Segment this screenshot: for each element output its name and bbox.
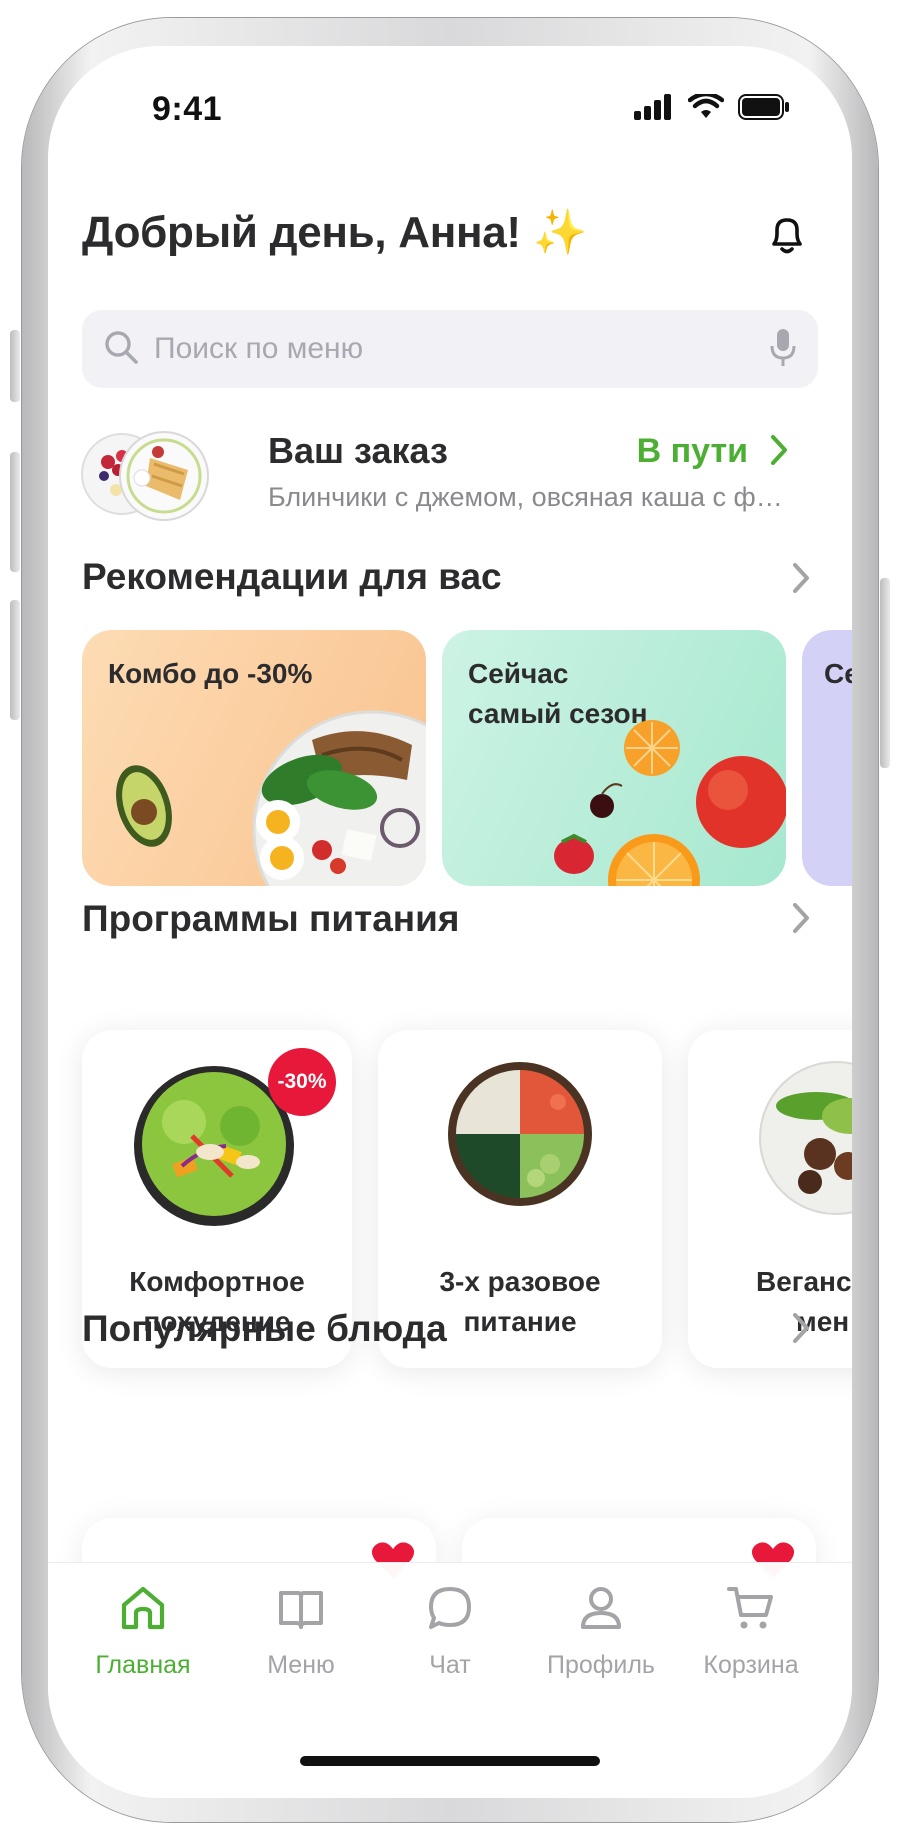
current-order-row[interactable]: Ваш заказ В пути Блинчики с джемом, овся… (78, 418, 828, 548)
chevron-right-icon (771, 435, 787, 465)
home-icon (121, 1586, 165, 1630)
tab-profile[interactable]: Профиль (526, 1583, 676, 1680)
combo-food-image (116, 710, 426, 886)
order-title: Ваш заказ (268, 430, 448, 471)
search-icon (105, 331, 138, 364)
recommendations-title: Рекомендации для вас (82, 556, 502, 597)
tab-label: Корзина (703, 1651, 799, 1679)
sparkles-icon: ✨ (532, 208, 588, 257)
app-screen: 9:41 Добрый день, Анна! ✨ Поиск по меню … (48, 46, 852, 1798)
tab-chat[interactable]: Чат (375, 1583, 525, 1680)
poke-bowl-image (448, 1062, 592, 1206)
tab-label: Профиль (547, 1651, 655, 1679)
chat-icon (429, 1587, 471, 1629)
battery-icon (738, 94, 789, 120)
chevron-right-icon[interactable] (790, 898, 814, 938)
vegan-bowl-image (759, 1061, 852, 1215)
wifi-icon (688, 94, 724, 118)
promo-card-title: Се (824, 658, 852, 689)
promo-card-season[interactable]: Сейчас самый сезон (442, 630, 786, 886)
profile-icon (581, 1587, 621, 1629)
discount-badge: -30% (268, 1048, 336, 1116)
status-icons (634, 94, 790, 120)
promo-card-partial[interactable]: Се (802, 630, 852, 886)
program-label-line-2: питание (463, 1306, 577, 1337)
tab-cart[interactable]: Корзина (676, 1583, 826, 1680)
chevron-right-icon[interactable] (790, 1308, 814, 1348)
status-bar: 9:41 (48, 46, 852, 166)
power-button (880, 578, 890, 768)
volume-up-button (10, 452, 20, 572)
microphone-icon[interactable] (768, 326, 798, 370)
tab-label: Меню (267, 1651, 335, 1679)
volume-down-button (10, 600, 20, 720)
tab-menu[interactable]: Меню (226, 1583, 376, 1680)
bell-icon[interactable] (762, 210, 812, 260)
program-card-vegan[interactable]: Веганс мен (688, 1030, 852, 1368)
tab-home[interactable]: Главная (68, 1583, 218, 1680)
popular-title: Популярные блюда (82, 1308, 447, 1349)
promo-card-combo[interactable]: Комбо до -30% (82, 630, 426, 886)
home-indicator[interactable] (300, 1756, 600, 1766)
chevron-right-icon[interactable] (790, 558, 814, 598)
page-title: Добрый день, Анна! ✨ (82, 206, 588, 258)
tab-label: Главная (95, 1651, 191, 1679)
cellular-signal-icon (634, 94, 671, 120)
order-food-image (81, 431, 209, 521)
cart-icon (727, 1587, 773, 1629)
mute-switch (10, 330, 20, 402)
programs-title: Программы питания (82, 898, 460, 939)
search-input[interactable] (154, 310, 734, 388)
tab-label: Чат (429, 1651, 471, 1679)
status-time: 9:41 (152, 90, 223, 128)
greeting-text: Добрый день, Анна! (82, 208, 521, 257)
program-label-line-1: Веганс (756, 1266, 852, 1297)
search-bar[interactable] (82, 310, 818, 388)
program-label-line-1: 3-х разовое (439, 1266, 601, 1297)
program-label-line-1: Комфортное (129, 1266, 305, 1297)
order-description: Блинчики с джемом, овсяная каша с фр... (268, 482, 788, 512)
order-status-badge: В пути (636, 432, 748, 470)
book-icon (279, 1591, 323, 1629)
seasonal-fruit-image (554, 720, 786, 886)
